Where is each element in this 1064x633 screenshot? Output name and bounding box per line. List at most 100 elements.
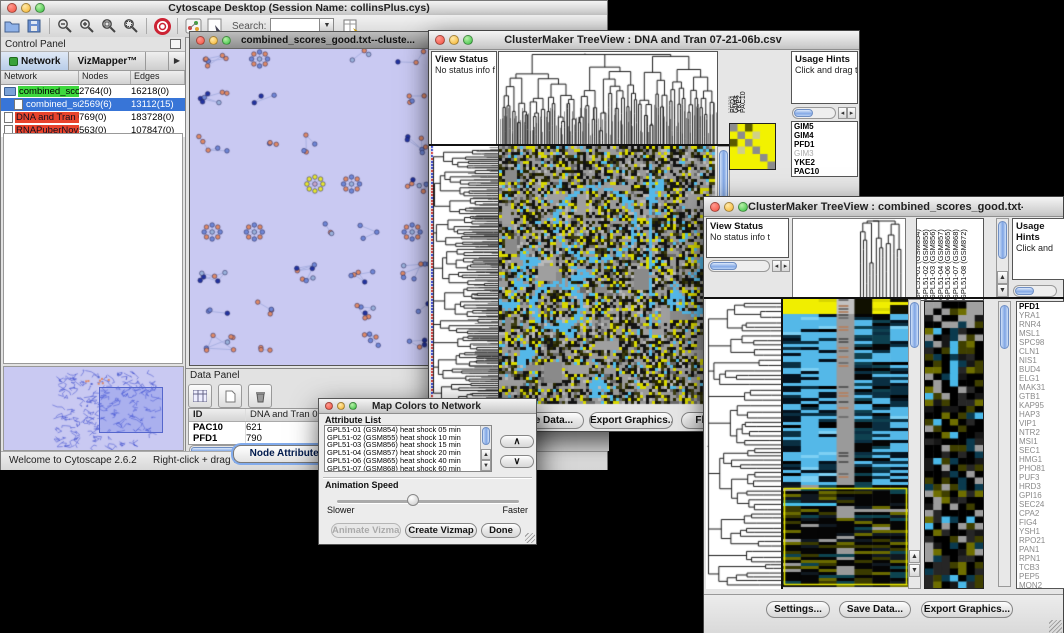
scroll-up-icon[interactable]: ▲	[997, 271, 1008, 284]
move-down-button[interactable]: ∨	[500, 455, 534, 468]
zoom-button[interactable]	[738, 202, 748, 212]
scroll-thumb[interactable]	[794, 109, 813, 117]
gene-label[interactable]: PAN1	[1017, 545, 1064, 554]
gene-label[interactable]: TCB3	[1017, 563, 1064, 572]
treeview2-titlebar[interactable]: ClusterMaker TreeView : combined_scores_…	[704, 197, 1063, 217]
tab-overflow-button[interactable]: ▶	[168, 52, 185, 70]
gene-label[interactable]: YSH1	[1017, 527, 1064, 536]
slider-thumb[interactable]	[407, 494, 419, 506]
gene-label[interactable]: MON2	[1017, 581, 1064, 589]
main-heatmap[interactable]	[498, 146, 717, 406]
gene-label[interactable]: CLN1	[1017, 347, 1064, 356]
new-attribute-icon[interactable]	[218, 384, 242, 408]
view-status-hscrollbar[interactable]	[708, 260, 770, 272]
zoom-button[interactable]	[463, 35, 473, 45]
close-button[interactable]	[435, 35, 445, 45]
gene-label[interactable]: GIM3	[792, 149, 857, 158]
selection-submatrix[interactable]	[729, 123, 776, 170]
network-table-row[interactable]: DNA and Tran 07769(0)183728(0)	[1, 111, 185, 124]
main-heatmap[interactable]	[781, 299, 908, 589]
close-button[interactable]	[710, 202, 720, 212]
tab-vizmapper[interactable]: VizMapper™	[69, 52, 146, 70]
attribute-listbox[interactable]: GPL51-01 (GSM854) heat shock 05 minGPL51…	[324, 425, 492, 472]
col-edges[interactable]: Edges	[131, 71, 185, 84]
gene-label[interactable]: GIM4	[792, 131, 857, 140]
zoom-button[interactable]	[222, 36, 231, 45]
gene-label[interactable]: PFD1	[792, 140, 857, 149]
tab-network[interactable]: Network	[1, 52, 69, 70]
open-file-button[interactable]	[2, 17, 22, 35]
scroll-right-icon[interactable]: ▸	[847, 107, 856, 119]
heatmap-vscrollbar[interactable]: ▲ ▼	[908, 299, 921, 589]
zoom-fit-icon[interactable]	[99, 17, 119, 35]
resize-grip[interactable]	[525, 533, 535, 543]
gene-label[interactable]: YRA1	[1017, 311, 1064, 320]
gene-label[interactable]: GTB1	[1017, 392, 1064, 401]
gene-label[interactable]: YKE2	[792, 158, 857, 167]
treeview2-button-2[interactable]: Export Graphics...	[921, 601, 1013, 618]
network-tree-area[interactable]	[3, 133, 183, 364]
id-column-header[interactable]: ID	[189, 409, 246, 421]
column-dendrogram[interactable]	[792, 218, 906, 299]
gene-label[interactable]: GPI16	[1017, 491, 1064, 500]
row-dendrogram[interactable]	[431, 146, 498, 406]
zoom-button[interactable]	[35, 3, 45, 13]
scroll-thumb[interactable]	[482, 427, 490, 445]
col-network[interactable]: Network	[1, 71, 79, 84]
gene-label[interactable]: GIM5	[792, 122, 857, 131]
scroll-thumb[interactable]	[998, 221, 1007, 259]
labels-vscrollbar[interactable]: ▲ ▼	[996, 218, 1009, 298]
scroll-thumb[interactable]	[1015, 287, 1034, 295]
minimize-button[interactable]	[449, 35, 459, 45]
dialog-button-done[interactable]: Done	[481, 523, 521, 538]
gene-label[interactable]: FIG4	[1017, 518, 1064, 527]
select-attributes-icon[interactable]	[188, 384, 212, 408]
dialog-titlebar[interactable]: Map Colors to Network	[319, 399, 536, 414]
gene-label[interactable]: PFD1	[1017, 302, 1064, 311]
gene-label[interactable]: CPA2	[1017, 509, 1064, 518]
scroll-thumb[interactable]	[1000, 305, 1009, 349]
gene-label[interactable]: PAC10	[792, 167, 857, 176]
gene-label[interactable]: HMG1	[1017, 455, 1064, 464]
scroll-down-icon[interactable]: ▼	[997, 284, 1008, 297]
scroll-up-icon[interactable]: ▲	[481, 449, 491, 460]
usage-hscrollbar[interactable]	[792, 107, 836, 119]
gene-label[interactable]: HRD3	[1017, 482, 1064, 491]
column-dendrogram[interactable]	[498, 51, 718, 146]
zoom-in-icon[interactable]	[77, 17, 97, 35]
gene-label[interactable]: RNR4	[1017, 320, 1064, 329]
gene-label[interactable]: PHO81	[1017, 464, 1064, 473]
scroll-right-icon[interactable]: ▸	[781, 260, 790, 272]
zoom-out-icon[interactable]	[55, 17, 75, 35]
minimize-button[interactable]	[209, 36, 218, 45]
scroll-thumb[interactable]	[910, 302, 919, 348]
delete-attribute-icon[interactable]	[248, 384, 272, 408]
gene-label[interactable]: PUF3	[1017, 473, 1064, 482]
close-button[interactable]	[196, 36, 205, 45]
scroll-down-icon[interactable]: ▼	[481, 460, 491, 471]
minimize-button[interactable]	[337, 402, 345, 410]
move-up-button[interactable]: ∧	[500, 435, 534, 448]
dialog-button-create-vizmap[interactable]: Create Vizmap	[405, 523, 477, 538]
treeview1-button-1[interactable]: Export Graphics...	[589, 412, 673, 429]
scroll-left-icon[interactable]: ◂	[838, 107, 847, 119]
gene-label[interactable]: RPN1	[1017, 554, 1064, 563]
treeview1-titlebar[interactable]: ClusterMaker TreeView : DNA and Tran 07-…	[429, 31, 859, 50]
minimize-button[interactable]	[21, 3, 31, 13]
help-icon[interactable]	[152, 17, 172, 35]
gene-label[interactable]: SPC98	[1017, 338, 1064, 347]
scroll-left-icon[interactable]: ◂	[772, 260, 781, 272]
scroll-up-icon[interactable]: ▲	[909, 550, 920, 563]
save-button[interactable]	[24, 17, 44, 35]
usage-hscrollbar[interactable]	[1013, 285, 1057, 297]
resize-grip[interactable]	[1049, 620, 1062, 633]
gene-label[interactable]: NIS1	[1017, 356, 1064, 365]
minimize-button[interactable]	[724, 202, 734, 212]
gene-label[interactable]: RPO21	[1017, 536, 1064, 545]
scroll-down-icon[interactable]: ▼	[909, 564, 920, 577]
treeview2-button-1[interactable]: Save Data...	[839, 601, 911, 618]
zoom-heatmap[interactable]	[924, 301, 984, 589]
network-table-row[interactable]: combined_sco2569(6)13112(15)	[1, 98, 185, 111]
zoom-selected-icon[interactable]	[121, 17, 141, 35]
gene-label[interactable]: PEP5	[1017, 572, 1064, 581]
